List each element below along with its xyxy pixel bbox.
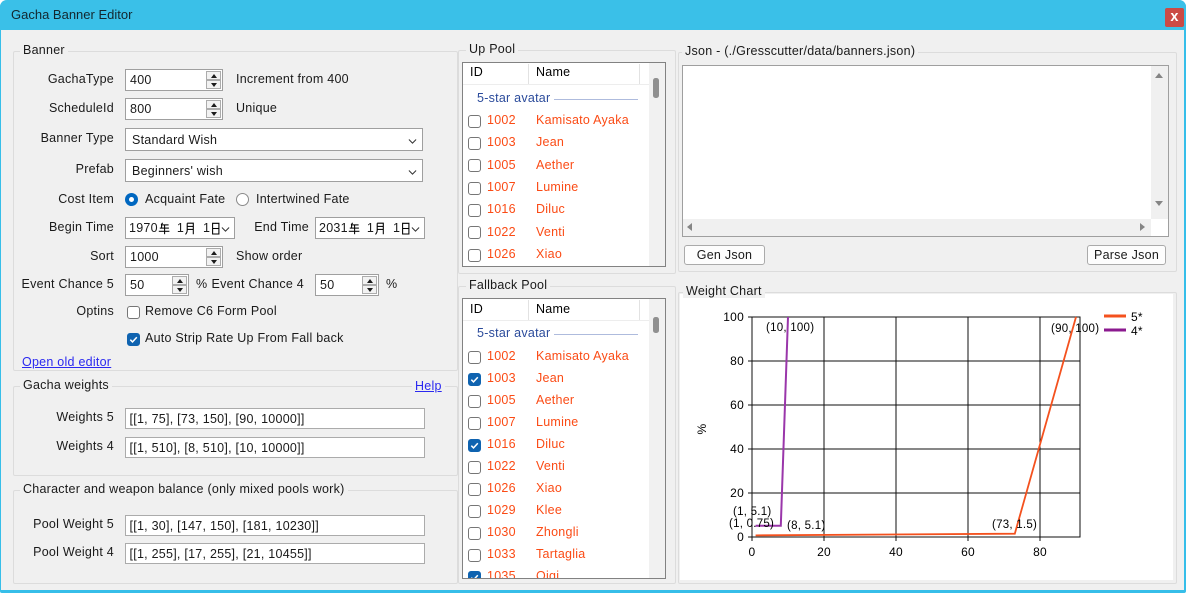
svg-text:4*: 4* (1131, 324, 1143, 338)
svg-text:5*: 5* (1131, 310, 1143, 324)
svg-text:(90, 100): (90, 100) (1051, 323, 1099, 335)
svg-text:40: 40 (889, 545, 903, 559)
svg-text:40: 40 (730, 442, 744, 456)
svg-text:60: 60 (730, 398, 744, 412)
svg-text:0: 0 (737, 530, 744, 544)
svg-text:(73, 1.5): (73, 1.5) (992, 519, 1037, 531)
svg-text:20: 20 (730, 486, 744, 500)
svg-text:(1, 0.75): (1, 0.75) (729, 518, 774, 530)
svg-text:(1, 5.1): (1, 5.1) (733, 506, 771, 518)
svg-text:%: % (695, 423, 709, 434)
svg-text:100: 100 (723, 310, 744, 324)
svg-text:(10, 100): (10, 100) (766, 322, 814, 334)
svg-text:60: 60 (961, 545, 975, 559)
svg-text:(8, 5.1): (8, 5.1) (787, 520, 825, 532)
svg-text:80: 80 (1033, 545, 1047, 559)
svg-text:80: 80 (730, 354, 744, 368)
svg-text:0: 0 (749, 545, 756, 559)
svg-text:20: 20 (817, 545, 831, 559)
